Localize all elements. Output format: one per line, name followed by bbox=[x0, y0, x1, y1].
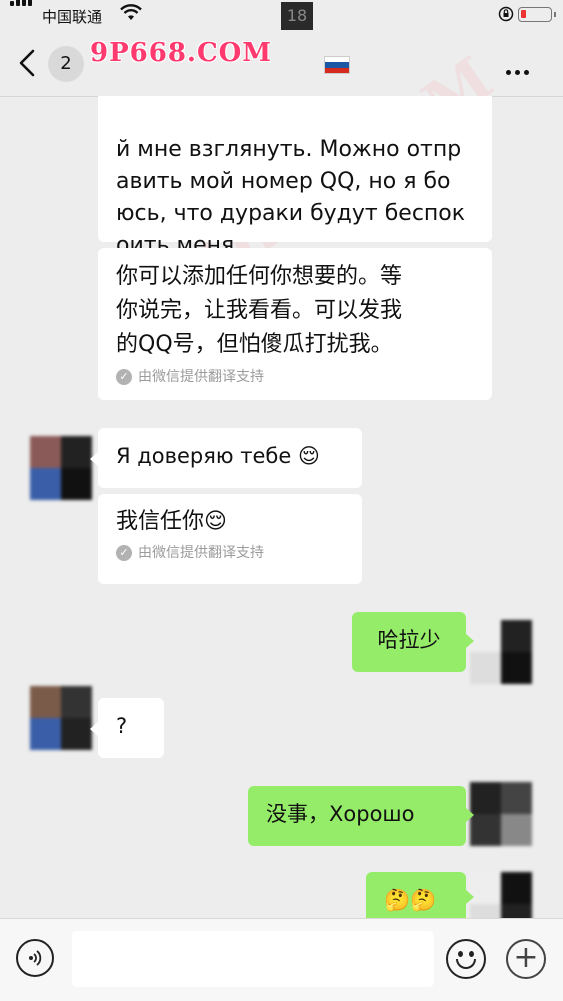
message-bubble-sent[interactable]: 没事，Хорошо bbox=[248, 786, 466, 846]
bubble-tail bbox=[90, 452, 98, 466]
watermark-logo: 9P668.COM bbox=[90, 38, 273, 68]
more-options-icon[interactable] bbox=[506, 60, 533, 79]
status-bar: 中国联通 18 bbox=[0, 0, 563, 30]
carrier-label: 中国联通 bbox=[42, 8, 103, 26]
wifi-icon bbox=[120, 4, 142, 26]
message-text: 没事，Хорошо bbox=[266, 802, 415, 826]
message-text: ? bbox=[116, 714, 128, 738]
back-arrow-icon[interactable] bbox=[18, 48, 36, 82]
message-text: 🤔🤔 bbox=[384, 888, 437, 912]
clock-time: 18 bbox=[281, 2, 313, 30]
voice-input-icon[interactable] bbox=[16, 939, 54, 977]
check-circle-icon: ✓ bbox=[116, 369, 132, 385]
contact-avatar[interactable] bbox=[30, 436, 92, 500]
message-translation[interactable]: 我信任你😌 ✓ 由微信提供翻译支持 bbox=[98, 494, 362, 584]
message-bubble-received[interactable]: й мне взглянуть. Можно отпр авить мой но… bbox=[98, 96, 492, 258]
bubble-tail bbox=[466, 890, 474, 904]
translation-note: ✓ 由微信提供翻译支持 bbox=[116, 368, 474, 386]
battery-icon bbox=[518, 7, 556, 22]
contact-avatar[interactable] bbox=[30, 686, 92, 750]
message-text: 我信任你😌 bbox=[116, 509, 227, 534]
emoji-icon[interactable] bbox=[446, 939, 486, 979]
bubble-tail bbox=[466, 808, 474, 822]
bubble-tail bbox=[90, 722, 98, 736]
message-text: 你可以添加任何你想要的。等 你说完，让我看看。可以发我 的QQ号，但怕傻瓜打扰我… bbox=[116, 264, 403, 357]
message-text: 哈拉少 bbox=[377, 628, 441, 652]
message-bubble-received[interactable]: Я доверяю тебе 😌 bbox=[98, 428, 362, 488]
message-text: Я доверяю тебе 😌 bbox=[116, 444, 320, 468]
message-translation[interactable]: 你可以添加任何你想要的。等 你说完，让我看看。可以发我 的QQ号，但怕傻瓜打扰我… bbox=[98, 248, 492, 400]
my-avatar[interactable] bbox=[470, 782, 532, 846]
message-bubble-sent[interactable]: 哈拉少 bbox=[352, 612, 466, 672]
message-text: й мне взглянуть. Можно отпр авить мой но… bbox=[116, 137, 466, 258]
unread-count-badge[interactable]: 2 bbox=[48, 46, 84, 82]
bubble-tail bbox=[466, 634, 474, 648]
input-bar: + bbox=[0, 918, 563, 1001]
rotation-lock-icon bbox=[498, 6, 514, 26]
check-circle-icon: ✓ bbox=[116, 545, 132, 561]
message-input[interactable] bbox=[72, 931, 434, 987]
russia-flag-icon bbox=[324, 56, 350, 74]
plus-icon[interactable]: + bbox=[506, 939, 546, 979]
my-avatar[interactable] bbox=[470, 620, 532, 684]
message-bubble-received[interactable]: ? bbox=[98, 698, 164, 758]
translation-note: ✓ 由微信提供翻译支持 bbox=[116, 544, 344, 562]
